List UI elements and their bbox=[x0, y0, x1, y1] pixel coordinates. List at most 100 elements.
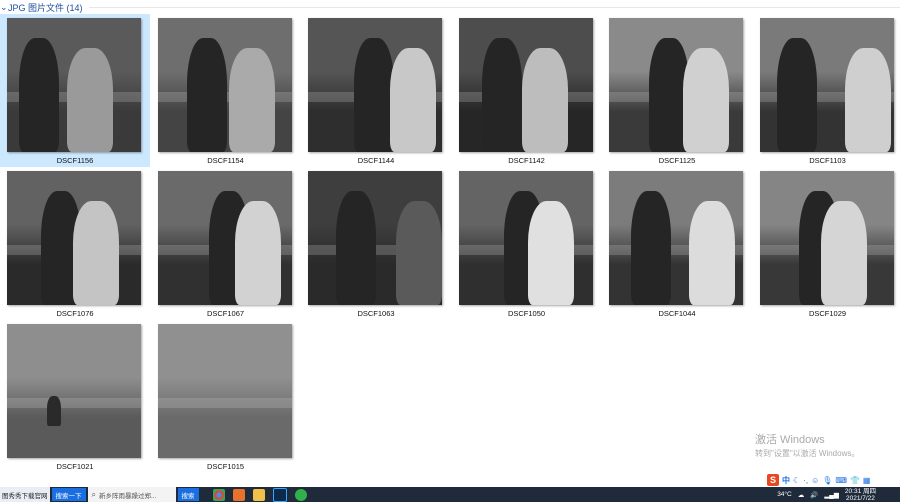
weather-temp[interactable]: 34°C bbox=[777, 491, 792, 498]
photo-thumbnail[interactable] bbox=[7, 18, 141, 152]
photo-thumbnail[interactable] bbox=[157, 171, 292, 305]
figure-light-shape bbox=[390, 48, 436, 152]
small-figure-shape bbox=[47, 396, 61, 426]
file-item[interactable]: DSCF1142 bbox=[452, 14, 602, 167]
emoji-icon[interactable]: ☺ bbox=[811, 476, 819, 485]
speaker-icon[interactable]: 🔊 bbox=[810, 491, 818, 499]
file-name: DSCF1144 bbox=[357, 156, 395, 165]
file-name: DSCF1103 bbox=[809, 156, 846, 165]
figure-light-shape bbox=[228, 48, 275, 152]
file-name: DSCF1050 bbox=[507, 309, 546, 318]
file-item[interactable]: DSCF1029 bbox=[753, 167, 900, 320]
figure-dark-shape bbox=[631, 191, 671, 305]
file-item[interactable]: DSCF1044 bbox=[602, 167, 752, 320]
chevron-down-icon[interactable]: ⌄ bbox=[0, 2, 8, 13]
figure-dark-shape bbox=[336, 191, 376, 305]
moon-icon[interactable]: ☾ bbox=[793, 476, 800, 485]
file-name: DSCF1044 bbox=[658, 309, 696, 318]
file-item[interactable]: DSCF1063 bbox=[301, 167, 451, 320]
photo-thumbnail[interactable] bbox=[7, 324, 141, 458]
figure-light-shape bbox=[820, 201, 867, 305]
photo-thumbnail[interactable] bbox=[308, 171, 442, 305]
file-item[interactable]: DSCF1125 bbox=[602, 14, 752, 167]
photoshop-icon[interactable] bbox=[272, 487, 287, 502]
figure-light-shape bbox=[396, 201, 442, 305]
cloud-icon[interactable]: ☁ bbox=[798, 491, 805, 499]
punctuation-icon[interactable]: ·, bbox=[803, 476, 808, 485]
figure-light-shape bbox=[234, 201, 281, 305]
figure-dark-shape bbox=[481, 38, 522, 152]
grid-menu-icon[interactable]: ▦ bbox=[863, 476, 871, 485]
search-box[interactable]: ⌕ 新乡阵雨暴躁过郑... bbox=[87, 487, 176, 502]
file-name: DSCF1067 bbox=[206, 309, 245, 318]
activate-windows-watermark: 激活 Windows 转到"设置"以激活 Windows。 bbox=[755, 433, 859, 461]
clock-date: 2021/7/22 bbox=[846, 494, 875, 502]
watermark-subtitle: 转到"设置"以激活 Windows。 bbox=[755, 449, 860, 458]
file-explorer-icon[interactable] bbox=[252, 488, 265, 501]
group-header[interactable]: ⌄ JPG 图片文件 (14) bbox=[0, 0, 900, 14]
file-item[interactable]: DSCF1154 bbox=[151, 14, 301, 167]
search-input[interactable]: 新乡阵雨暴躁过郑... bbox=[99, 490, 156, 500]
search-next-button[interactable]: 搜索一下 bbox=[51, 488, 86, 501]
pinned-apps bbox=[212, 487, 307, 502]
file-name: DSCF1076 bbox=[56, 309, 94, 318]
file-name: DSCF1021 bbox=[56, 462, 94, 471]
search-icon: ⌕ bbox=[91, 489, 96, 499]
system-tray: 34°C ☁ 🔊 ▂▄▆ 20:31 周四 2021/7/22 bbox=[777, 488, 900, 502]
microphone-icon[interactable]: 🎙 bbox=[822, 476, 832, 485]
photo-thumbnail[interactable] bbox=[157, 18, 292, 152]
file-item[interactable]: DSCF1076 bbox=[0, 167, 150, 320]
file-item[interactable]: DSCF1021 bbox=[0, 320, 150, 473]
site-label[interactable]: 图秀秀下载官网 bbox=[0, 487, 50, 502]
file-name: DSCF1015 bbox=[206, 462, 245, 471]
group-divider bbox=[88, 7, 900, 8]
figure-light-shape bbox=[67, 48, 113, 152]
file-name: DSCF1142 bbox=[508, 156, 545, 165]
photo-thumbnail[interactable] bbox=[7, 171, 141, 305]
photo-thumbnail[interactable] bbox=[308, 18, 442, 152]
skin-icon[interactable]: 👕 bbox=[850, 476, 860, 485]
photo-thumbnail[interactable] bbox=[759, 18, 894, 152]
file-name: DSCF1156 bbox=[56, 156, 94, 165]
chrome-icon[interactable] bbox=[212, 488, 225, 501]
clock[interactable]: 20:31 周四 2021/7/22 bbox=[845, 488, 876, 502]
photo-thumbnail[interactable] bbox=[157, 324, 292, 458]
photo-thumbnail[interactable] bbox=[458, 18, 593, 152]
file-item[interactable]: DSCF1144 bbox=[301, 14, 451, 167]
photo-thumbnail[interactable] bbox=[458, 171, 593, 305]
file-item[interactable]: DSCF1103 bbox=[753, 14, 900, 167]
file-name: DSCF1029 bbox=[808, 309, 847, 318]
file-name: DSCF1125 bbox=[658, 156, 696, 165]
file-item[interactable]: DSCF1050 bbox=[452, 167, 602, 320]
wechat-icon[interactable] bbox=[294, 488, 307, 501]
file-item[interactable]: DSCF1015 bbox=[151, 320, 301, 473]
ime-toolbar[interactable]: S 中 ☾ ·, ☺ 🎙 ⌨ 👕 ▦ bbox=[767, 473, 870, 487]
figure-light-shape bbox=[844, 48, 891, 152]
figure-light-shape bbox=[683, 48, 729, 152]
file-item[interactable]: DSCF1067 bbox=[151, 167, 301, 320]
figure-light-shape bbox=[689, 201, 735, 305]
keyboard-icon[interactable]: ⌨ bbox=[835, 476, 847, 485]
figure-dark-shape bbox=[354, 38, 394, 152]
file-name: DSCF1063 bbox=[357, 309, 395, 318]
photo-thumbnail[interactable] bbox=[609, 171, 743, 305]
sogou-logo-icon[interactable]: S bbox=[767, 474, 779, 486]
file-item[interactable]: DSCF1156 bbox=[0, 14, 150, 167]
file-name: DSCF1154 bbox=[207, 156, 244, 165]
figure-dark-shape bbox=[19, 38, 59, 152]
sea-shape bbox=[157, 397, 292, 409]
clock-time: 20:31 周四 bbox=[844, 487, 876, 495]
figure-light-shape bbox=[73, 201, 119, 305]
figure-light-shape bbox=[521, 48, 568, 152]
network-icon[interactable]: ▂▄▆ bbox=[824, 491, 839, 499]
search-button[interactable]: 搜索 bbox=[177, 488, 199, 501]
group-title: JPG 图片文件 (14) bbox=[8, 2, 83, 13]
photo-thumbnail[interactable] bbox=[759, 171, 894, 305]
figure-dark-shape bbox=[186, 38, 227, 152]
taskbar: 图秀秀下载官网 搜索一下 ⌕ 新乡阵雨暴躁过郑... 搜索 34°C ☁ 🔊 ▂… bbox=[0, 487, 900, 502]
ime-mode[interactable]: 中 bbox=[782, 475, 790, 486]
figure-light-shape bbox=[527, 201, 574, 305]
image-viewer-icon[interactable] bbox=[232, 488, 245, 501]
photo-thumbnail[interactable] bbox=[609, 18, 743, 152]
figure-dark-shape bbox=[776, 38, 817, 152]
